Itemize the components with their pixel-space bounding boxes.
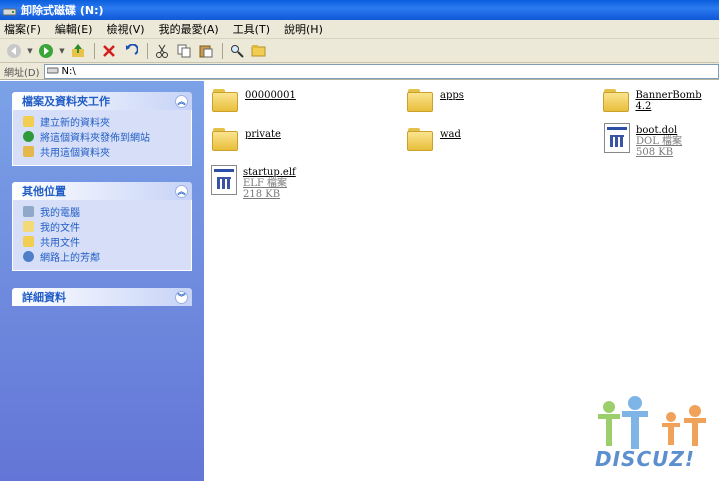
folder-icon <box>211 127 239 151</box>
network-icon <box>23 251 34 262</box>
title-bar: 卸除式磁碟 (N:) <box>0 0 719 20</box>
back-icon[interactable] <box>4 41 24 61</box>
file-folder-tasks-panel: 檔案及資料夾工作 ︽ 建立新的資料夾 將這個資料夾發佈到網站 共用這個資料夾 <box>12 92 192 166</box>
file-item-apps[interactable]: apps <box>406 88 464 112</box>
place-network[interactable]: 網路上的芳鄰 <box>23 249 191 264</box>
cut-icon[interactable] <box>152 41 172 61</box>
up-folder-icon[interactable] <box>68 41 88 61</box>
folder-icon <box>406 127 434 151</box>
file-type: DOL 檔案 <box>636 136 683 147</box>
globe-icon <box>23 131 34 142</box>
toolbar-separator <box>147 42 148 59</box>
other-places-header[interactable]: 其他位置 ︽ <box>12 182 192 200</box>
details-panel: 詳細資料 ︾ <box>12 288 192 306</box>
file-folder-tasks-header[interactable]: 檔案及資料夾工作 ︽ <box>12 92 192 110</box>
file-name: boot.dol <box>636 125 678 136</box>
drive-icon <box>46 66 59 77</box>
window-title: 卸除式磁碟 (N:) <box>21 4 104 17</box>
task-label: 共用這個資料夾 <box>40 148 110 159</box>
people-logo-icon <box>598 396 706 449</box>
task-new-folder[interactable]: 建立新的資料夾 <box>23 114 191 129</box>
address-bar: 網址(D) N:\ <box>0 63 719 80</box>
share-folder-icon <box>23 146 34 157</box>
address-label: 網址(D) <box>4 67 40 79</box>
task-label: 將這個資料夾發佈到網站 <box>40 133 150 144</box>
menu-view[interactable]: 檢視(V) <box>106 21 144 37</box>
back-dropdown-icon[interactable]: ▼ <box>26 41 34 61</box>
place-label: 我的電腦 <box>40 208 80 219</box>
toolbar-separator <box>222 42 223 59</box>
menu-bar: 檔案(F) 編輯(E) 檢視(V) 我的最愛(A) 工具(T) 說明(H) <box>0 20 719 39</box>
removable-drive-icon <box>2 6 17 15</box>
file-item-wad[interactable]: wad <box>406 127 461 151</box>
menu-tools[interactable]: 工具(T) <box>233 21 270 37</box>
menu-favorites[interactable]: 我的最愛(A) <box>159 21 219 37</box>
file-name: 00000001 <box>245 90 296 101</box>
file-size: 508 KB <box>636 147 674 158</box>
place-my-documents[interactable]: 我的文件 <box>23 219 191 234</box>
folder-icon <box>406 88 434 112</box>
search-icon[interactable] <box>227 41 247 61</box>
shared-folder-icon <box>23 236 34 247</box>
panel-title: 詳細資料 <box>22 291 66 304</box>
collapse-icon[interactable]: ︽ <box>175 184 188 198</box>
file-type: ELF 檔案 <box>243 178 288 189</box>
menu-edit[interactable]: 編輯(E) <box>55 21 93 37</box>
new-folder-icon <box>23 116 34 127</box>
delete-icon[interactable] <box>99 41 119 61</box>
panel-body: 我的電腦 我的文件 共用文件 網路上的芳鄰 <box>12 200 192 271</box>
file-name: startup.elf <box>243 167 296 178</box>
document-icon <box>604 123 630 153</box>
computer-icon <box>23 206 34 217</box>
other-places-panel: 其他位置 ︽ 我的電腦 我的文件 共用文件 網路上的芳鄰 <box>12 182 192 271</box>
details-header[interactable]: 詳細資料 ︾ <box>12 288 192 306</box>
file-size: 218 KB <box>243 189 281 200</box>
menu-help[interactable]: 說明(H) <box>284 21 323 37</box>
panel-title: 其他位置 <box>22 185 66 198</box>
place-label: 網路上的芳鄰 <box>40 253 100 264</box>
panel-body: 建立新的資料夾 將這個資料夾發佈到網站 共用這個資料夾 <box>12 110 192 166</box>
file-name: wad <box>440 129 461 140</box>
document-icon <box>211 165 237 195</box>
toolbar-separator <box>94 42 95 59</box>
discuz-watermark: DISCUZ! <box>595 395 715 475</box>
file-item-private[interactable]: private <box>211 127 281 151</box>
place-label: 共用文件 <box>40 238 80 249</box>
file-item-startup-elf[interactable]: startup.elf ELF 檔案 218 KB <box>211 165 296 200</box>
expand-icon[interactable]: ︾ <box>175 290 188 304</box>
file-item-bannerbomb[interactable]: BannerBomb 4.2 <box>602 88 719 112</box>
watermark-text: DISCUZ! <box>595 447 695 471</box>
copy-icon[interactable] <box>174 41 194 61</box>
task-label: 建立新的資料夾 <box>40 118 110 129</box>
undo-icon[interactable] <box>121 41 141 61</box>
task-share-folder[interactable]: 共用這個資料夾 <box>23 144 191 159</box>
task-publish-web[interactable]: 將這個資料夾發佈到網站 <box>23 129 191 144</box>
file-name: BannerBomb 4.2 <box>635 90 702 112</box>
paste-icon[interactable] <box>196 41 216 61</box>
menu-file[interactable]: 檔案(F) <box>4 21 41 37</box>
place-label: 我的文件 <box>40 223 80 234</box>
file-name: apps <box>440 90 464 101</box>
place-my-computer[interactable]: 我的電腦 <box>23 204 191 219</box>
file-name: private <box>245 129 281 140</box>
panel-title: 檔案及資料夾工作 <box>22 95 110 108</box>
file-item-00000001[interactable]: 00000001 <box>211 88 296 112</box>
place-shared-documents[interactable]: 共用文件 <box>23 234 191 249</box>
folders-icon[interactable] <box>249 41 269 61</box>
toolbar: ▼ ▼ <box>0 39 719 63</box>
address-value: N:\ <box>61 65 76 77</box>
documents-icon <box>23 221 34 232</box>
collapse-icon[interactable]: ︽ <box>175 94 188 108</box>
folder-icon <box>211 88 239 112</box>
forward-icon[interactable] <box>36 41 56 61</box>
address-input[interactable]: N:\ <box>43 63 719 79</box>
forward-dropdown-icon[interactable]: ▼ <box>58 41 66 61</box>
task-pane: 檔案及資料夾工作 ︽ 建立新的資料夾 將這個資料夾發佈到網站 共用這個資料夾 其… <box>0 81 204 481</box>
file-item-boot-dol[interactable]: boot.dol DOL 檔案 508 KB <box>604 123 682 158</box>
folder-icon <box>602 88 629 112</box>
